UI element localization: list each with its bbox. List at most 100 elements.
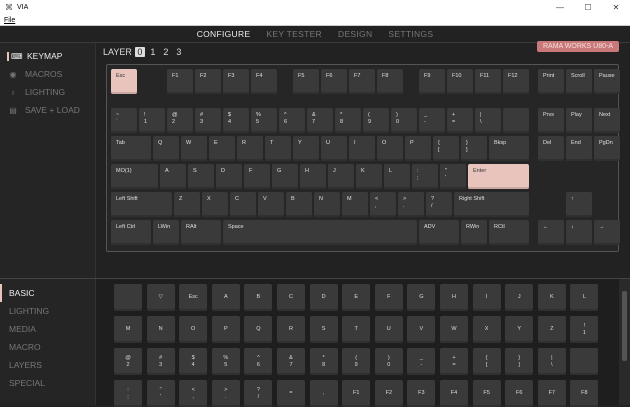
palette-key[interactable]: W bbox=[440, 316, 468, 343]
keymap-key[interactable]: ) 0 bbox=[391, 108, 417, 134]
keymap-key[interactable]: * 8 bbox=[335, 108, 361, 134]
palette-key[interactable]: F1 bbox=[342, 380, 371, 407]
keymap-key[interactable]: N bbox=[314, 192, 340, 218]
palette-key[interactable]: ^ 6 bbox=[244, 348, 273, 375]
palette-key[interactable]: F3 bbox=[407, 380, 436, 407]
tab-design[interactable]: DESIGN bbox=[338, 26, 372, 42]
keymap-key[interactable]: B bbox=[286, 192, 312, 218]
keymap-key[interactable]: U bbox=[321, 136, 347, 162]
maximize-button[interactable]: ☐ bbox=[574, 0, 602, 15]
palette-scrollbar[interactable] bbox=[619, 279, 630, 405]
keymap-key[interactable]: : ; bbox=[412, 164, 438, 190]
keymap-key[interactable]: Bksp bbox=[489, 136, 529, 162]
palette-key[interactable]: P bbox=[211, 316, 240, 343]
category-layers[interactable]: LAYERS bbox=[0, 356, 96, 374]
palette-key[interactable]: < , bbox=[179, 380, 208, 407]
keymap-key[interactable]: I bbox=[349, 136, 375, 162]
keymap-key[interactable]: W bbox=[181, 136, 207, 162]
keymap-key[interactable]: } ] bbox=[461, 136, 487, 162]
keymap-key[interactable]: M bbox=[342, 192, 368, 218]
palette-key[interactable]: * 8 bbox=[309, 348, 338, 375]
palette-key[interactable]: @ 2 bbox=[114, 348, 142, 375]
keymap-key[interactable]: > . bbox=[398, 192, 424, 218]
keymap-key[interactable]: ← bbox=[538, 220, 564, 246]
palette-key[interactable]: : ; bbox=[114, 380, 142, 407]
palette-key[interactable]: D bbox=[309, 284, 338, 311]
keymap-key[interactable]: F2 bbox=[195, 69, 221, 94]
palette-key[interactable]: F2 bbox=[374, 380, 403, 407]
palette-key[interactable]: } ] bbox=[505, 348, 534, 375]
tab-configure[interactable]: CONFIGURE bbox=[197, 26, 251, 42]
layer-1-button[interactable]: 1 bbox=[148, 47, 158, 57]
keymap-key[interactable]: X bbox=[202, 192, 228, 218]
keymap-key[interactable]: G bbox=[272, 164, 298, 190]
palette-key[interactable]: F8 bbox=[570, 380, 599, 407]
keymap-key[interactable]: C bbox=[230, 192, 256, 218]
keymap-key[interactable]: H bbox=[300, 164, 326, 190]
palette-key[interactable]: X bbox=[472, 316, 501, 343]
palette-key[interactable]: I bbox=[472, 284, 501, 311]
keymap-key[interactable]: RWin bbox=[461, 220, 487, 246]
keymap-key[interactable]: + = bbox=[447, 108, 473, 134]
palette-key[interactable]: S bbox=[309, 316, 338, 343]
palette-key[interactable]: $ 4 bbox=[179, 348, 208, 375]
keymap-key[interactable]: & 7 bbox=[307, 108, 333, 134]
keymap-key[interactable]: _ - bbox=[419, 108, 445, 134]
palette-key[interactable]: U bbox=[374, 316, 403, 343]
keymap-key[interactable]: J bbox=[328, 164, 354, 190]
palette-key[interactable]: L bbox=[570, 284, 599, 311]
palette-key[interactable]: ! 1 bbox=[570, 316, 599, 343]
keymap-key[interactable]: Z bbox=[174, 192, 200, 218]
keymap-key[interactable]: ↑ bbox=[566, 192, 592, 218]
keymap-key[interactable]: " ' bbox=[440, 164, 466, 190]
keymap-key[interactable]: Enter bbox=[468, 164, 529, 190]
palette-key[interactable]: % 5 bbox=[211, 348, 240, 375]
palette-key[interactable]: B bbox=[244, 284, 273, 311]
layer-3-button[interactable]: 3 bbox=[174, 47, 184, 57]
palette-key[interactable]: K bbox=[537, 284, 566, 311]
keymap-key[interactable]: A bbox=[160, 164, 186, 190]
keymap-key[interactable]: S bbox=[188, 164, 214, 190]
palette-key[interactable]: H bbox=[440, 284, 468, 311]
keymap-key[interactable]: $ 4 bbox=[223, 108, 249, 134]
keymap-key[interactable]: { [ bbox=[433, 136, 459, 162]
palette-key[interactable]: | \ bbox=[537, 348, 566, 375]
layer-2-button[interactable]: 2 bbox=[161, 47, 171, 57]
palette-key[interactable]: N bbox=[146, 316, 175, 343]
category-macro[interactable]: MACRO bbox=[0, 338, 96, 356]
sidebar-item-save-load[interactable]: ▤ SAVE + LOAD bbox=[0, 101, 95, 119]
keymap-key[interactable] bbox=[503, 108, 529, 134]
keymap-key[interactable]: Right Shift bbox=[454, 192, 529, 218]
menu-file[interactable]: File bbox=[4, 17, 15, 24]
palette-key[interactable]: J bbox=[505, 284, 534, 311]
palette-key[interactable]: = bbox=[277, 380, 305, 407]
palette-key[interactable]: M bbox=[114, 316, 142, 343]
palette-key[interactable]: F bbox=[374, 284, 403, 311]
palette-key[interactable]: _ - bbox=[407, 348, 436, 375]
keymap-key[interactable]: L bbox=[384, 164, 410, 190]
keymap-key[interactable]: ↓ bbox=[566, 220, 592, 246]
keymap-key[interactable]: Pause bbox=[594, 69, 620, 94]
scrollbar-thumb[interactable] bbox=[622, 291, 627, 361]
keymap-key[interactable]: T bbox=[265, 136, 291, 162]
palette-key[interactable]: Esc bbox=[179, 284, 208, 311]
palette-key[interactable]: { [ bbox=[472, 348, 501, 375]
keymap-key[interactable]: | \ bbox=[475, 108, 501, 134]
palette-key[interactable]: ▽ bbox=[146, 284, 175, 311]
keymap-key[interactable]: K bbox=[356, 164, 382, 190]
keymap-key[interactable]: MO(1) bbox=[111, 164, 158, 190]
palette-key[interactable]: & 7 bbox=[277, 348, 305, 375]
palette-key[interactable]: C bbox=[277, 284, 305, 311]
palette-key[interactable]: ? / bbox=[244, 380, 273, 407]
keymap-key[interactable]: F9 bbox=[419, 69, 445, 94]
palette-key[interactable]: + = bbox=[440, 348, 468, 375]
keymap-key[interactable]: ~ ` bbox=[111, 108, 137, 134]
keymap-key[interactable]: Del bbox=[538, 136, 564, 162]
keymap-key[interactable]: Esc bbox=[111, 69, 137, 94]
palette-key[interactable]: T bbox=[342, 316, 371, 343]
keymap-key[interactable]: RCtl bbox=[489, 220, 529, 246]
palette-key[interactable]: F4 bbox=[440, 380, 468, 407]
palette-key[interactable]: Q bbox=[244, 316, 273, 343]
category-lighting[interactable]: LIGHTING bbox=[0, 302, 96, 320]
keymap-key[interactable]: ADV bbox=[419, 220, 459, 246]
